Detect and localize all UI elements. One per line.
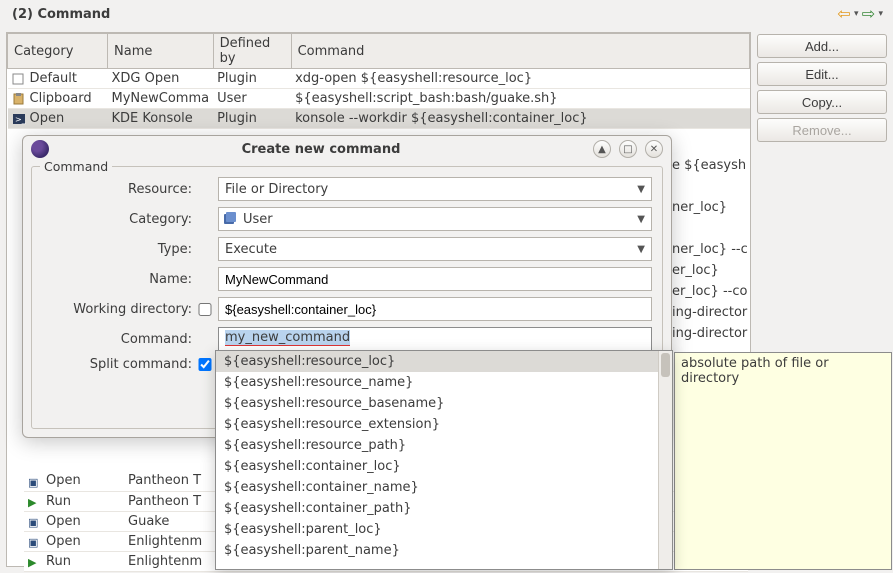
autocomplete-item[interactable]: ${easyshell:resource_loc} <box>216 351 672 372</box>
command-label: Command: <box>42 332 192 347</box>
roll-up-icon[interactable]: ▲ <box>593 140 611 158</box>
resource-combo[interactable]: File or Directory ▼ <box>218 177 652 201</box>
autocomplete-popup[interactable]: ${easyshell:resource_loc}${easyshell:res… <box>215 350 673 570</box>
dialog-title: Create new command <box>57 142 585 157</box>
command-input[interactable]: my_new_command <box>218 327 652 351</box>
split-checkbox[interactable] <box>198 358 212 371</box>
type-combo[interactable]: Execute ▼ <box>218 237 652 261</box>
workdir-label: Working directory: <box>42 302 192 317</box>
category-value: User <box>243 212 273 227</box>
scrollbar[interactable] <box>658 351 672 569</box>
type-value: Execute <box>225 242 277 257</box>
workdir-input[interactable] <box>218 297 652 321</box>
svg-text:>_: >_ <box>15 115 26 124</box>
eclipse-icon <box>31 140 49 158</box>
nav-controls: ⇦ ▾ ⇨ ▾ <box>836 6 883 22</box>
autocomplete-item[interactable]: ${easyshell:parent_loc} <box>216 519 672 540</box>
chevron-down-icon: ▼ <box>637 214 645 225</box>
autocomplete-item[interactable]: ${easyshell:resource_extension} <box>216 414 672 435</box>
autocomplete-item[interactable]: ${easyshell:resource_path} <box>216 435 672 456</box>
remove-button[interactable]: Remove... <box>757 118 887 142</box>
col-command[interactable]: Command <box>291 34 749 69</box>
command-value: my_new_command <box>225 330 350 346</box>
category-combo[interactable]: User ▼ <box>218 207 652 231</box>
resource-label: Resource: <box>42 182 192 197</box>
header: (2) Command ⇦ ▾ ⇨ ▾ <box>0 0 893 28</box>
copy-button[interactable]: Copy... <box>757 90 887 114</box>
table-row[interactable]: DefaultXDG OpenPluginxdg-open ${easyshel… <box>8 69 750 89</box>
back-icon[interactable]: ⇦ <box>836 6 852 22</box>
workdir-checkbox[interactable] <box>198 303 212 316</box>
edit-button[interactable]: Edit... <box>757 62 887 86</box>
group-label: Command <box>40 159 112 174</box>
name-label: Name: <box>42 272 192 287</box>
chevron-down-icon: ▼ <box>637 244 645 255</box>
col-category[interactable]: Category <box>8 34 108 69</box>
chevron-down-icon: ▼ <box>637 184 645 195</box>
table-row[interactable]: >_OpenKDE KonsolePluginkonsole --workdir… <box>8 109 750 129</box>
name-input[interactable] <box>218 267 652 291</box>
category-label: Category: <box>42 212 192 227</box>
page-title: (2) Command <box>12 7 110 22</box>
maximize-icon[interactable]: □ <box>619 140 637 158</box>
autocomplete-item[interactable]: ${easyshell:resource_basename} <box>216 393 672 414</box>
autocomplete-item[interactable]: ${easyshell:container_loc} <box>216 456 672 477</box>
tooltip: absolute path of file or directory <box>674 352 892 570</box>
autocomplete-item[interactable]: ${easyshell:resource_name} <box>216 372 672 393</box>
autocomplete-item[interactable]: ${easyshell:parent_name} <box>216 540 672 561</box>
table-header: Category Name Defined by Command <box>8 34 750 69</box>
split-label: Split command: <box>42 357 192 372</box>
forward-menu[interactable]: ▾ <box>878 9 883 19</box>
add-button[interactable]: Add... <box>757 34 887 58</box>
close-icon[interactable]: ✕ <box>645 140 663 158</box>
table-row[interactable]: ClipboardMyNewCommaUser${easyshell:scrip… <box>8 89 750 109</box>
col-name[interactable]: Name <box>108 34 214 69</box>
user-category-icon <box>221 210 239 228</box>
back-menu[interactable]: ▾ <box>854 9 859 19</box>
autocomplete-item[interactable]: ${easyshell:container_name} <box>216 477 672 498</box>
resource-value: File or Directory <box>225 182 328 197</box>
col-defined[interactable]: Defined by <box>213 34 291 69</box>
type-label: Type: <box>42 242 192 257</box>
autocomplete-item[interactable]: ${easyshell:container_path} <box>216 498 672 519</box>
forward-icon[interactable]: ⇨ <box>860 6 876 22</box>
